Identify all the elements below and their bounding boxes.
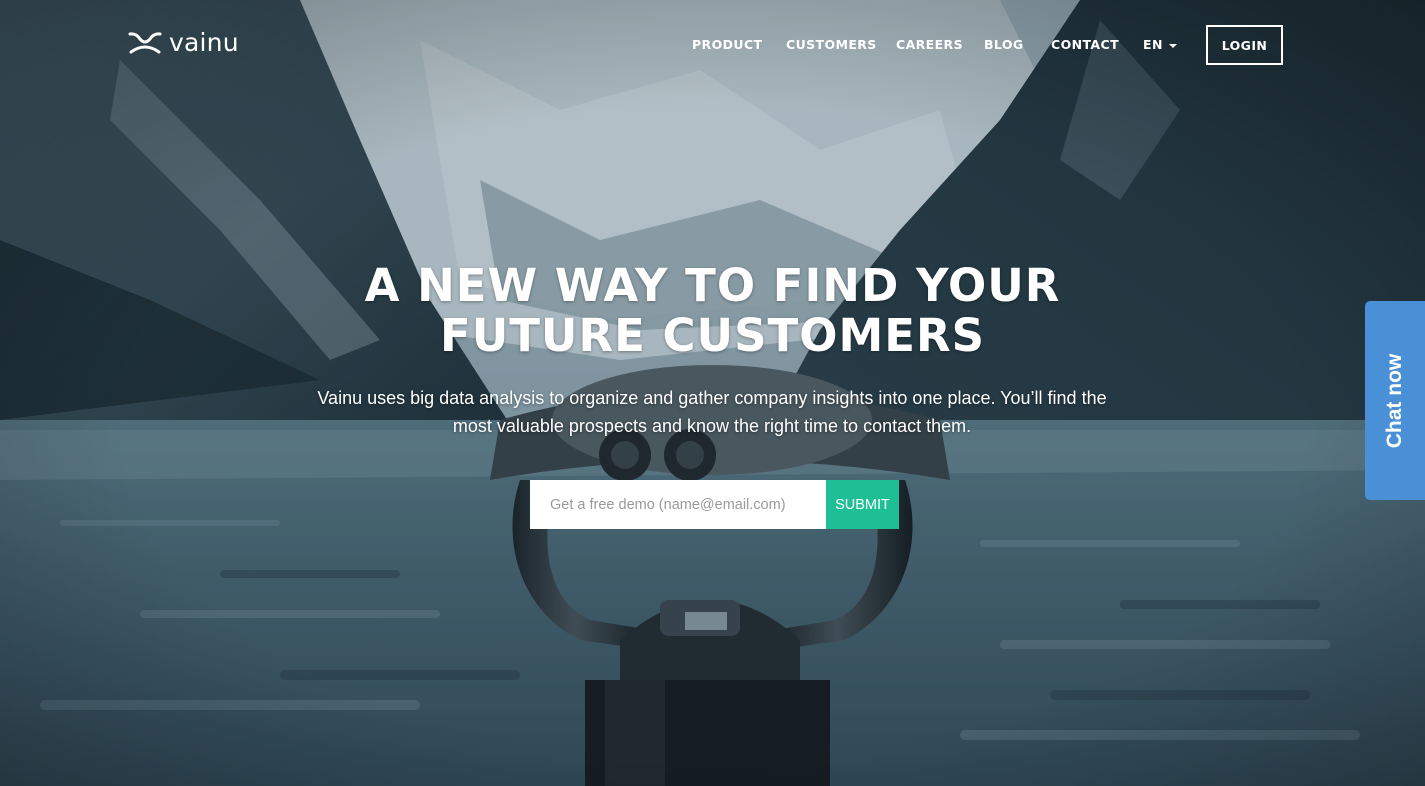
nav-item-customers[interactable]: CUSTOMERS (786, 35, 877, 55)
site-header: vainu PRODUCT CUSTOMERS CAREERS BLOG CON… (0, 0, 1425, 90)
language-label: EN (1143, 37, 1163, 52)
chat-now-tab[interactable]: Chat now (1365, 301, 1425, 500)
landing-page: vainu PRODUCT CUSTOMERS CAREERS BLOG CON… (0, 0, 1425, 786)
hero-title: A NEW WAY TO FIND YOUR FUTURE CUSTOMERS (0, 261, 1425, 361)
nav-item-blog[interactable]: BLOG (984, 35, 1024, 55)
nav-item-contact[interactable]: CONTACT (1051, 35, 1119, 55)
submit-button[interactable]: SUBMIT (826, 480, 899, 529)
chat-now-label: Chat now (1383, 353, 1406, 448)
language-selector[interactable]: EN (1143, 35, 1177, 55)
demo-signup-form: SUBMIT (530, 480, 899, 529)
nav-item-careers[interactable]: CAREERS (896, 35, 963, 55)
login-button[interactable]: LOGIN (1206, 25, 1283, 65)
hero-title-line-1: A NEW WAY TO FIND YOUR (364, 259, 1061, 312)
demo-email-input[interactable] (530, 480, 826, 529)
caret-down-icon (1168, 44, 1177, 48)
nav-item-product[interactable]: PRODUCT (692, 35, 762, 55)
hero-title-line-2: FUTURE CUSTOMERS (439, 309, 986, 362)
hero-subtitle: Vainu uses big data analysis to organize… (317, 388, 1107, 436)
